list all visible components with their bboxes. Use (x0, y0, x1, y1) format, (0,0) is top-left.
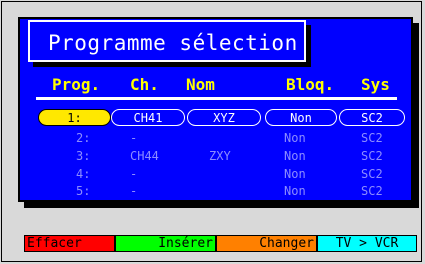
row-5-channel[interactable]: - (130, 184, 137, 198)
row-5-system[interactable]: SC2 (361, 184, 383, 198)
effacer-button[interactable]: Effacer (24, 235, 115, 252)
row-3-system[interactable]: SC2 (361, 149, 383, 163)
row-4-channel[interactable]: - (130, 167, 137, 181)
row-2-prog[interactable]: 2: (76, 131, 90, 145)
inserer-button[interactable]: Insérer (115, 235, 216, 252)
tv-vcr-button[interactable]: TV > VCR (317, 235, 417, 252)
row-3-prog[interactable]: 3: (76, 149, 90, 163)
row-3-channel[interactable]: CH44 (130, 149, 159, 163)
header-prog: Prog. (52, 75, 101, 94)
row-2-channel[interactable]: - (130, 131, 137, 145)
row-2-lock[interactable]: Non (284, 131, 306, 145)
row-1-channel[interactable]: CH41 (111, 109, 185, 126)
row-4-system[interactable]: SC2 (361, 167, 383, 181)
row-5-prog[interactable]: 5: (76, 184, 90, 198)
row-4-lock[interactable]: Non (284, 167, 306, 181)
header-bloq: Bloq. (286, 75, 335, 94)
row-1-prog[interactable]: 1: (38, 109, 111, 126)
page-title: Programme sélection (48, 31, 298, 55)
row-1-name[interactable]: XYZ (187, 109, 261, 126)
row-3-name[interactable]: ZXY (209, 149, 231, 163)
row-3-lock[interactable]: Non (284, 149, 306, 163)
row-5-lock[interactable]: Non (284, 184, 306, 198)
title-box: Programme sélection (28, 20, 306, 62)
header-divider (36, 97, 397, 100)
row-1-lock[interactable]: Non (265, 109, 337, 126)
row-4-prog[interactable]: 4: (76, 167, 90, 181)
changer-button[interactable]: Changer (216, 235, 317, 252)
row-1-system[interactable]: SC2 (339, 109, 405, 126)
header-sys: Sys (361, 75, 390, 94)
header-ch: Ch. (130, 75, 159, 94)
row-2-system[interactable]: SC2 (361, 131, 383, 145)
header-nom: Nom (186, 75, 215, 94)
